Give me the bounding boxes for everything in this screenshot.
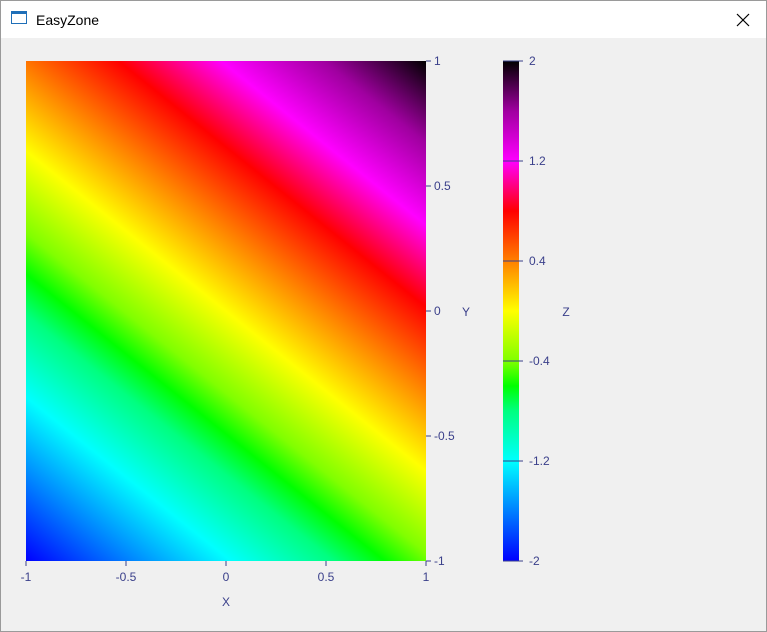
x-tick-label: 0.5 xyxy=(318,570,335,584)
y-tick-label: 1 xyxy=(434,54,441,68)
colorbar-label: Z xyxy=(562,305,569,319)
x-tick-label: 0 xyxy=(223,570,230,584)
x-axis: -1 -0.5 0 0.5 1 xyxy=(21,561,430,584)
colorbar-tick-label: 1.2 xyxy=(529,154,546,168)
y-axis-label: Y xyxy=(462,305,470,319)
y-tick-label: -0.5 xyxy=(434,429,455,443)
colorbar xyxy=(503,61,519,561)
x-tick-label: -1 xyxy=(21,570,32,584)
x-tick-label: -0.5 xyxy=(116,570,137,584)
y-tick-label: -1 xyxy=(434,554,445,568)
x-axis-label: X xyxy=(222,595,230,609)
chart: -1 -0.5 0 0.5 1 -1 -0.5 0 0.5 1 -2 -1.2 -0.4 0.4 1.2… xyxy=(21,54,570,609)
colorbar-tick-label: -0.4 xyxy=(529,354,550,368)
colorbar-tick-label: -2 xyxy=(529,554,540,568)
x-tick-label: 1 xyxy=(423,570,430,584)
y-axis: -1 -0.5 0 0.5 1 xyxy=(426,54,455,568)
colorbar-tick-label: -1.2 xyxy=(529,454,550,468)
colorbar-tick-label: 0.4 xyxy=(529,254,546,268)
heatmap-area xyxy=(26,61,426,561)
colorbar-tick-label: 2 xyxy=(529,54,536,68)
y-tick-label: 0 xyxy=(434,304,441,318)
y-tick-label: 0.5 xyxy=(434,179,451,193)
